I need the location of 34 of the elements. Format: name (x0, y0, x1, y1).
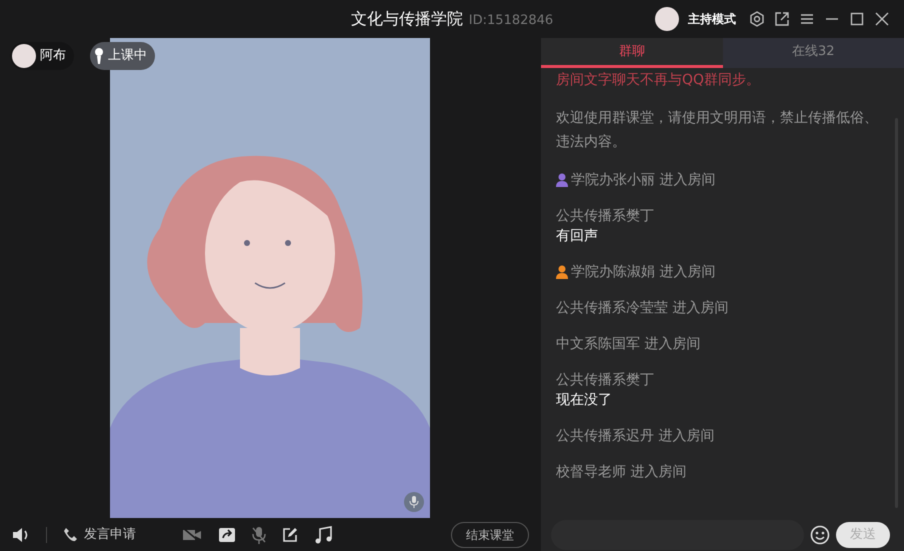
music-icon[interactable] (314, 526, 332, 544)
settings-icon[interactable] (749, 11, 765, 27)
mic-off-icon[interactable] (252, 526, 266, 544)
speak-request-button[interactable]: 发言申请 (63, 524, 136, 544)
system-message: 欢迎使用群课堂，请使用文明用语，禁止传播低俗、违法内容。 (556, 109, 879, 152)
microphone-icon (94, 48, 104, 64)
join-message: 校督导老师 进入房间 (556, 463, 686, 482)
speaker-icon[interactable] (12, 526, 30, 542)
phone-icon (63, 527, 78, 542)
avatar (655, 7, 679, 31)
join-message: 学院办张小丽 进入房间 (571, 171, 716, 190)
join-message: 学院办陈淑娟 进入房间 (571, 263, 716, 282)
user-name: 阿布 (40, 47, 66, 66)
close-icon[interactable] (874, 11, 890, 27)
mode-label: 主持模式 (688, 11, 736, 28)
emoji-icon[interactable] (810, 525, 830, 545)
end-class-button[interactable]: 结束课堂 (451, 522, 529, 548)
message-text: 现在没了 (556, 391, 613, 410)
room-id: ID:15182846 (468, 12, 554, 30)
chat-tab[interactable]: 群聊 (541, 38, 722, 68)
maximize-icon[interactable] (849, 11, 865, 27)
edit-icon[interactable] (282, 526, 298, 542)
message-text: 有回声 (556, 227, 599, 246)
screen-share-icon[interactable] (218, 526, 236, 542)
status-label: 上课中 (108, 47, 147, 66)
window-title: 文化与传播学院 (350, 8, 463, 30)
join-message: 中文系陈国军 进入房间 (556, 335, 700, 354)
message-sender: 公共传播系樊丁 (556, 207, 655, 226)
join-message: 公共传播系冷莹莹 进入房间 (556, 299, 728, 318)
message-sender: 公共传播系樊丁 (556, 371, 655, 390)
popout-icon[interactable] (774, 11, 790, 27)
notice-text: 房间文字聊天不再与QQ群同步。 (556, 71, 762, 90)
avatar (12, 44, 36, 68)
join-message: 公共传播系迟丹 进入房间 (556, 427, 714, 446)
